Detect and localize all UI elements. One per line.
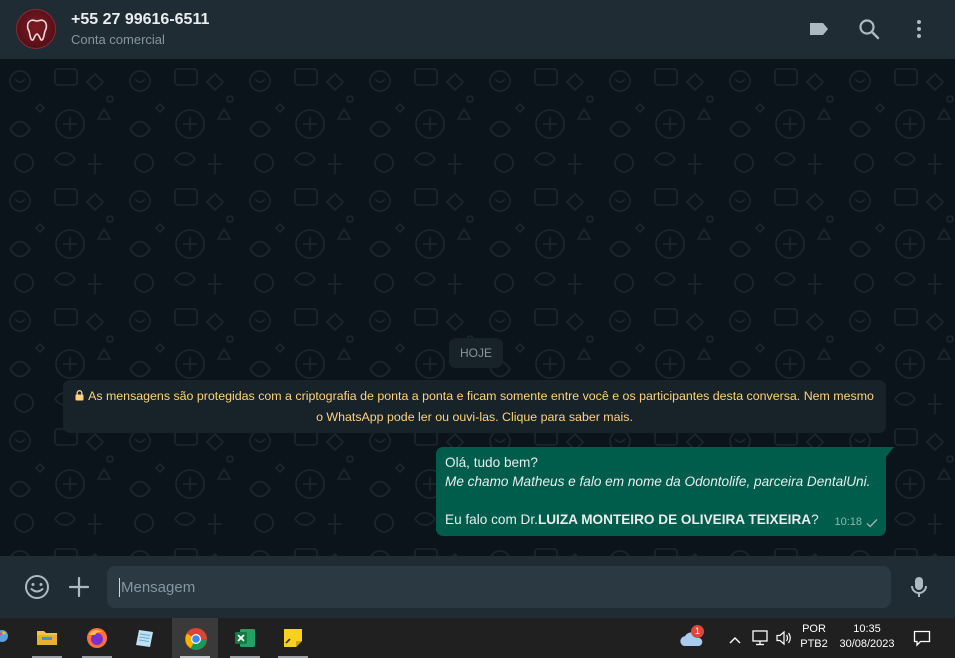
composer-bar [0,556,955,618]
taskbar-sticky-notes[interactable] [270,618,316,658]
search-icon[interactable] [857,17,881,41]
message-line-italic: Me chamo Matheus e falo em nome da Odont… [445,474,871,489]
encryption-notice-text-1: As mensagens são protegidas com a cripto… [88,389,874,403]
input-language[interactable]: POR PTB2 [798,622,830,652]
tooth-logo-icon [26,19,48,41]
outgoing-message[interactable]: Olá, tudo bem? Me chamo Matheus e falo e… [436,447,886,536]
text-caret [119,578,120,597]
chevron-up-icon[interactable] [728,632,742,650]
message-prefix: Eu falo com Dr. [445,512,538,527]
single-check-icon [866,518,878,527]
encryption-notice-line-2: o WhatsApp pode ler ou ouvi-las. Clique … [316,410,633,424]
language-code: POR [802,623,826,635]
contact-name[interactable]: +55 27 99616-6511 [71,11,209,29]
microphone-icon[interactable] [906,574,932,600]
label-icon[interactable] [807,17,831,41]
contact-subtitle: Conta comercial [71,32,165,47]
paint-app-icon[interactable] [0,628,12,653]
volume-icon[interactable] [775,630,793,651]
message-list[interactable]: HOJE As mensagens são protegidas com a c… [0,59,955,556]
clock-time: 10:35 [853,623,881,635]
sticky-notes-icon [284,629,302,647]
network-icon[interactable] [751,630,769,651]
bubble-tail [886,447,894,457]
notepad-icon [136,630,153,647]
chat-header[interactable]: +55 27 99616-6511 Conta comercial [0,0,955,59]
encryption-notice[interactable]: As mensagens são protegidas com a cripto… [63,380,886,433]
emoji-icon[interactable] [24,574,50,600]
clock-date: 30/08/2023 [839,638,895,650]
message-line: Olá, tudo bem? [445,455,538,470]
weather-badge: 1 [691,625,704,638]
message-suffix: ? [811,512,819,527]
contact-avatar[interactable] [16,9,56,49]
taskbar-chrome[interactable] [172,618,218,658]
menu-icon[interactable] [907,17,931,41]
system-clock[interactable]: 10:35 30/08/2023 [835,622,899,652]
folder-icon [37,631,57,645]
attach-plus-icon[interactable] [66,574,92,600]
notification-center-icon[interactable] [913,630,931,652]
taskbar-notepad[interactable] [122,618,168,658]
message-time: 10:18 [834,516,862,528]
taskbar-excel[interactable] [222,618,268,658]
firefox-icon [87,628,107,648]
chrome-icon [185,628,207,650]
windows-taskbar: 1 POR PTB2 10:35 30/08/2023 [0,618,955,658]
message-line-3: Eu falo com Dr.LUIZA MONTEIRO DE OLIVEIR… [445,510,877,529]
excel-icon [235,629,255,647]
taskbar-file-explorer[interactable] [24,618,70,658]
message-meta: 10:18 [834,513,878,532]
date-chip: HOJE [449,338,504,368]
message-input[interactable] [107,566,891,608]
taskbar-firefox[interactable] [74,618,120,658]
keyboard-layout: PTB2 [800,638,828,650]
message-bold-name: LUIZA MONTEIRO DE OLIVEIRA TEIXEIRA [537,512,812,527]
encryption-notice-line-1: As mensagens são protegidas com a cripto… [73,386,876,407]
lock-icon [75,390,84,401]
